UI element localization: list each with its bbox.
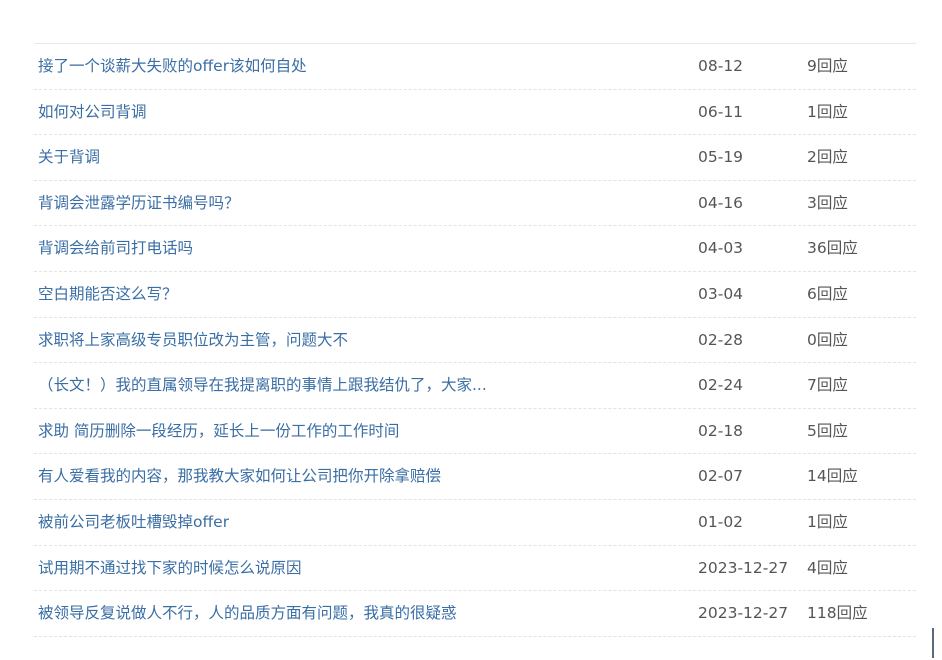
scrollbar-thumb[interactable] (932, 628, 934, 658)
table-row: 关于背调 05-19 2回应 (34, 135, 916, 181)
thread-reply-count: 14回应 (807, 467, 858, 486)
thread-date: 02-18 (698, 421, 744, 440)
thread-title-link[interactable]: 有人爱看我的内容，那我教大家如何让公司把你开除拿赔偿 (38, 454, 441, 499)
table-row: 如何对公司背调 06-11 1回应 (34, 90, 916, 136)
table-row: 背调会给前司打电话吗 04-03 36回应 (34, 226, 916, 272)
table-row: （长文！）我的直属领导在我提离职的事情上跟我结仇了，大家... 02-24 7回… (34, 363, 916, 409)
thread-title-link[interactable]: 试用期不通过找下家的时候怎么说原因 (38, 546, 302, 591)
thread-date: 08-12 (698, 57, 744, 75)
thread-date: 02-24 (698, 376, 744, 395)
thread-list: 接了一个谈薪大失败的offer该如何自处 08-12 9回应 如何对公司背调 0… (34, 43, 916, 637)
thread-title-link[interactable]: 关于背调 (38, 135, 100, 180)
thread-date: 2023-12-27 (698, 604, 789, 623)
thread-reply-count: 3回应 (807, 193, 848, 212)
thread-date: 04-16 (698, 193, 744, 212)
table-row: 求职将上家高级专员职位改为主管，问题大不 02-28 0回应 (34, 318, 916, 364)
thread-reply-count: 6回应 (807, 284, 848, 303)
table-row: 试用期不通过找下家的时候怎么说原因 2023-12-27 4回应 (34, 546, 916, 592)
thread-reply-count: 1回应 (807, 512, 848, 531)
table-row: 接了一个谈薪大失败的offer该如何自处 08-12 9回应 (34, 44, 916, 90)
thread-date: 03-04 (698, 284, 744, 303)
thread-reply-count: 9回应 (807, 57, 848, 75)
thread-reply-count: 118回应 (807, 604, 868, 623)
thread-reply-count: 5回应 (807, 421, 848, 440)
thread-title-link[interactable]: 如何对公司背调 (38, 90, 147, 135)
table-row: 有人爱看我的内容，那我教大家如何让公司把你开除拿赔偿 02-07 14回应 (34, 454, 916, 500)
thread-reply-count: 2回应 (807, 148, 848, 167)
table-row: 被领导反复说做人不行，人的品质方面有问题，我真的很疑惑 2023-12-27 1… (34, 591, 916, 637)
thread-reply-count: 7回应 (807, 376, 848, 395)
thread-reply-count: 1回应 (807, 102, 848, 121)
thread-reply-count: 0回应 (807, 330, 848, 349)
thread-title-link[interactable]: （长文！）我的直属领导在我提离职的事情上跟我结仇了，大家... (38, 363, 487, 408)
thread-date: 01-02 (698, 512, 744, 531)
thread-date: 05-19 (698, 148, 744, 167)
page: 接了一个谈薪大失败的offer该如何自处 08-12 9回应 如何对公司背调 0… (0, 0, 942, 660)
thread-title-link[interactable]: 求职将上家高级专员职位改为主管，问题大不 (38, 318, 348, 363)
table-row: 背调会泄露学历证书编号吗？ 04-16 3回应 (34, 181, 916, 227)
thread-date: 2023-12-27 (698, 558, 789, 577)
thread-date: 04-03 (698, 239, 744, 258)
thread-title-link[interactable]: 背调会泄露学历证书编号吗？ (38, 181, 240, 226)
thread-title-link[interactable]: 被领导反复说做人不行，人的品质方面有问题，我真的很疑惑 (38, 591, 457, 636)
thread-title-link[interactable]: 求助 简历删除一段经历，延长上一份工作的工作时间 (38, 409, 399, 454)
thread-reply-count: 4回应 (807, 558, 848, 577)
thread-title-link[interactable]: 接了一个谈薪大失败的offer该如何自处 (38, 44, 307, 89)
thread-date: 06-11 (698, 102, 744, 121)
thread-title-link[interactable]: 被前公司老板吐槽毁掉offer (38, 500, 229, 545)
thread-date: 02-28 (698, 330, 744, 349)
table-row: 求助 简历删除一段经历，延长上一份工作的工作时间 02-18 5回应 (34, 409, 916, 455)
table-row: 被前公司老板吐槽毁掉offer 01-02 1回应 (34, 500, 916, 546)
thread-reply-count: 36回应 (807, 239, 858, 258)
thread-title-link[interactable]: 背调会给前司打电话吗 (38, 226, 193, 271)
table-row: 空白期能否这么写？ 03-04 6回应 (34, 272, 916, 318)
thread-title-link[interactable]: 空白期能否这么写？ (38, 272, 178, 317)
thread-date: 02-07 (698, 467, 744, 486)
